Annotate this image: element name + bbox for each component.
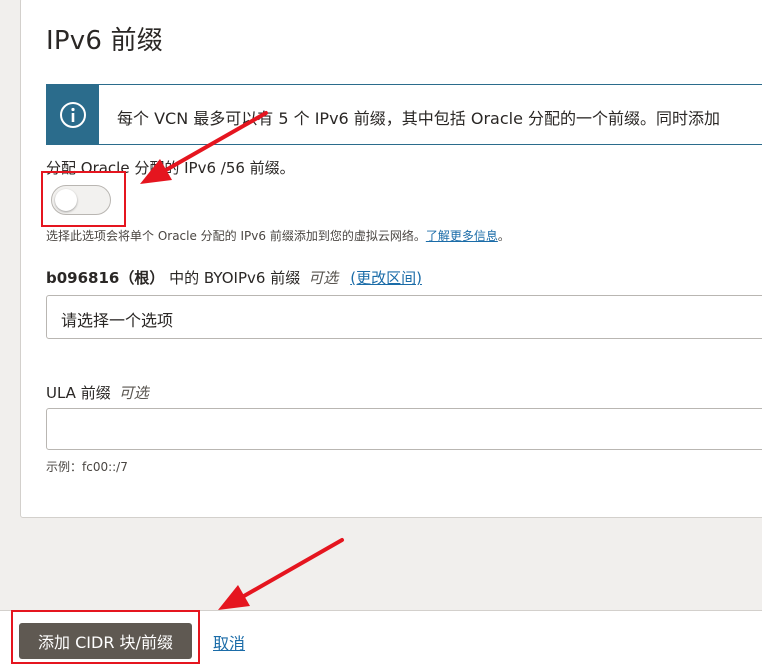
ula-prefix-input[interactable]	[46, 408, 762, 450]
toggle-knob	[55, 189, 77, 211]
info-banner-message: 每个 VCN 最多可以有 5 个 IPv6 前缀，其中包括 Oracle 分配的…	[117, 109, 721, 128]
learn-more-link[interactable]: 了解更多信息	[426, 229, 498, 243]
byoip-prefix-select[interactable]: 请选择一个选项	[46, 295, 762, 339]
section-title: IPv6 前缀	[46, 26, 163, 56]
oracle-prefix-toggle[interactable]	[51, 185, 111, 215]
byoip-optional-tag: 可选	[308, 269, 339, 287]
ula-label-text: ULA 前缀	[46, 384, 111, 402]
info-icon	[60, 102, 86, 128]
info-icon-box	[47, 85, 99, 144]
add-cidr-button[interactable]: 添加 CIDR 块/前缀	[19, 623, 192, 659]
byoip-compartment: b096816（根）	[46, 269, 165, 287]
button-arrow-head	[218, 585, 250, 610]
oracle-prefix-help-text: 选择此选项会将单个 Oracle 分配的 IPv6 前缀添加到您的虚拟云网络。	[46, 229, 426, 243]
oracle-prefix-help-suffix: 。	[497, 229, 510, 243]
byoip-select-placeholder: 请选择一个选项	[61, 311, 174, 330]
info-banner: 每个 VCN 最多可以有 5 个 IPv6 前缀，其中包括 Oracle 分配的…	[46, 84, 762, 145]
oracle-prefix-help: 选择此选项会将单个 Oracle 分配的 IPv6 前缀添加到您的虚拟云网络。了…	[46, 227, 510, 244]
ula-help: 示例：fc00::/7	[46, 460, 128, 474]
byoip-label-text: 中的 BYOIPv6 前缀	[169, 269, 301, 287]
button-arrow-line	[242, 538, 344, 598]
page: IPv6 前缀 每个 VCN 最多可以有 5 个 IPv6 前缀，其中包括 Or…	[0, 0, 762, 666]
cancel-link[interactable]: 取消	[213, 630, 245, 654]
oracle-prefix-label: 分配 Oracle 分配的 IPv6 /56 前缀。	[46, 159, 295, 177]
ula-optional-tag: 可选	[118, 384, 149, 402]
ula-label: ULA 前缀 可选	[46, 382, 149, 403]
byoip-label: b096816（根） 中的 BYOIPv6 前缀 可选 (更改区间)	[46, 267, 422, 288]
change-compartment-link[interactable]: (更改区间)	[350, 269, 422, 287]
